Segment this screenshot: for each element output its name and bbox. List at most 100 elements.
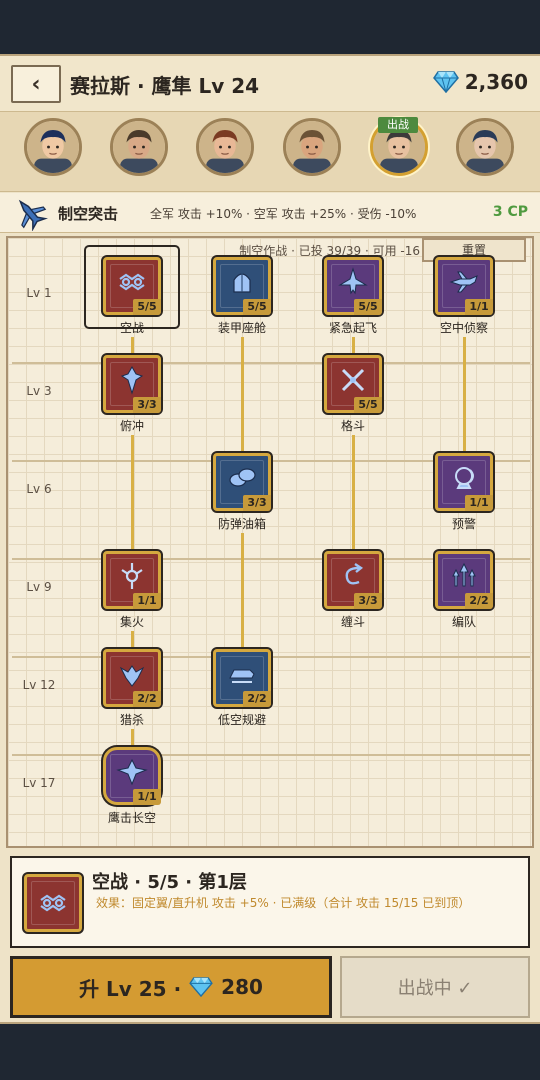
row-divider: [12, 656, 530, 658]
avatar-icon: [459, 121, 511, 173]
skill-node-focus-fire[interactable]: 1/1: [103, 551, 161, 609]
tree-connector: [462, 337, 466, 453]
skill-rank-badge: 1/1: [465, 299, 493, 315]
skill-node-name: 空中侦察: [439, 321, 488, 335]
tree-connector: [240, 533, 244, 649]
tree-connector: [351, 435, 355, 551]
skill-rank-badge: 3/3: [354, 593, 382, 609]
row-divider: [12, 754, 530, 756]
deployed-button[interactable]: 出战中 ✓: [340, 956, 530, 1018]
skill-rank-badge: 5/5: [243, 299, 271, 315]
skill-rank-badge: 3/3: [133, 397, 161, 413]
avatar-icon: [199, 121, 251, 173]
portrait-hero-2[interactable]: [110, 118, 168, 176]
skill-rank-badge: 1/1: [465, 495, 493, 511]
skill-node-tangle[interactable]: 3/3: [324, 551, 382, 609]
skill-node-hunter[interactable]: 2/2: [103, 649, 161, 707]
avatar-icon: [286, 121, 338, 173]
scramble-icon: [338, 267, 368, 295]
skill-rank-badge: 5/5: [354, 299, 382, 315]
skill-node-name: 缠斗: [340, 615, 365, 629]
skill-node-name: 格斗: [340, 419, 365, 433]
tree-connector: [130, 435, 134, 551]
back-button[interactable]: ‹: [11, 65, 61, 103]
level-label: Lv 17: [22, 776, 56, 790]
skill-node-early-warning[interactable]: 1/1: [435, 453, 493, 511]
gem-balance: 2,360: [432, 70, 528, 94]
skill-rank-badge: 2/2: [133, 691, 161, 707]
tangle-icon: [345, 563, 364, 585]
gem-count: 2,360: [464, 70, 528, 94]
portrait-hero-3[interactable]: [196, 118, 254, 176]
skill-rank-badge: 2/2: [243, 691, 271, 707]
self-sealing-tank-icon: [229, 468, 256, 487]
back-icon: ‹: [31, 71, 41, 97]
skill-node-name: 鹰击长空: [107, 811, 156, 825]
skill-node-dogfight[interactable]: 5/5: [324, 355, 382, 413]
dive-icon: [120, 365, 144, 395]
skill-node-low-altitude-evasion[interactable]: 2/2: [213, 649, 271, 707]
skill-detail-panel: 空战 · 5/5 · 第1层 效果：固定翼/直升机 攻击 +5% · 已满级（合…: [10, 856, 530, 948]
skill-tree: 制空作战 · 已投 39/39 · 可用 -16 重置 Lv 1 Lv 3 Lv 6…: [6, 236, 534, 848]
skill-rank-badge: 1/1: [133, 593, 161, 609]
formation-icon: [452, 562, 476, 587]
skill-rank-badge: 2/2: [465, 593, 493, 609]
low-altitude-evasion-icon: [229, 669, 255, 683]
app-root: ‹ 赛拉斯 · 鹰隼 Lv 24 2,360 出战 制空突击 全军 攻击 +10…: [0, 0, 540, 1080]
deployed-tag: 出战: [378, 117, 418, 133]
skill-name: 制空突击: [58, 205, 119, 223]
focus-fire-icon: [121, 563, 143, 589]
skill-node-name: 防弹油箱: [217, 517, 266, 531]
diamond-icon: [432, 71, 459, 93]
portrait-hero-1[interactable]: [24, 118, 82, 176]
skill-node-dive[interactable]: 3/3: [103, 355, 161, 413]
skill-rank-badge: 3/3: [243, 495, 271, 511]
detail-skill-icon: [24, 874, 82, 932]
upgrade-cost: 280: [221, 975, 263, 999]
skill-rank-badge: 5/5: [354, 397, 382, 413]
hero-skill-panel: ‹ 赛拉斯 · 鹰隼 Lv 24 2,360 出战 制空突击 全军 攻击 +10…: [0, 54, 540, 1024]
skill-node-self-sealing-tank[interactable]: 3/3: [213, 453, 271, 511]
selected-node-frame: [84, 245, 180, 329]
early-warning-icon: [455, 467, 474, 489]
skill-summary-bar: 制空突击 全军 攻击 +10% · 空军 攻击 +25% · 受伤 -10% 3…: [0, 193, 540, 233]
skill-node-name: 装甲座舱: [217, 321, 266, 335]
dogfight-icon: [341, 368, 365, 392]
skill-node-name: 猎杀: [119, 713, 144, 727]
skill-node-air-recon[interactable]: 1/1: [435, 257, 493, 315]
portrait-hero-6[interactable]: [456, 118, 514, 176]
detail-title: 空战 · 5/5 · 第1层: [92, 872, 247, 893]
row-divider: [12, 362, 530, 364]
level-label: Lv 1: [26, 286, 52, 300]
skill-cp: 3 CP: [492, 204, 528, 220]
tree-connector: [240, 337, 244, 453]
avatar-icon: [113, 121, 165, 173]
skill-node-formation[interactable]: 2/2: [435, 551, 493, 609]
skill-effects: 全军 攻击 +10% · 空军 攻击 +25% · 受伤 -10%: [150, 207, 417, 221]
hunter-icon: [119, 665, 145, 687]
diamond-icon: [189, 977, 213, 997]
hero-portrait-row: [0, 112, 540, 192]
skill-node-name: 预警: [451, 517, 476, 531]
header: ‹ 赛拉斯 · 鹰隼 Lv 24 2,360: [0, 56, 540, 112]
skill-node-name: 编队: [451, 615, 476, 629]
skill-node-name: 俯冲: [119, 419, 144, 433]
upgrade-label: 升 Lv 25 ·: [79, 976, 182, 1001]
upgrade-button[interactable]: 升 Lv 25 · 280: [10, 956, 332, 1018]
fighter-plane-icon: [18, 199, 48, 231]
skill-node-armored-cockpit[interactable]: 5/5: [213, 257, 271, 315]
hero-title: 赛拉斯 · 鹰隼 Lv 24: [70, 74, 260, 98]
hawk-strike-icon: [116, 758, 148, 786]
level-label: Lv 3: [26, 384, 52, 398]
avatar-icon: [27, 121, 79, 173]
skill-node-name: 集火: [119, 615, 144, 629]
air-recon-icon: [449, 271, 478, 293]
detail-effect: 效果：固定翼/直升机 攻击 +5% · 已满级（合计 攻击 15/15 已到顶）: [96, 896, 471, 910]
skill-node-hawk-strike[interactable]: 1/1: [103, 747, 161, 805]
skill-node-name: 低空规避: [217, 713, 266, 727]
armored-cockpit-icon: [233, 272, 251, 293]
skill-rank-badge: 1/1: [133, 789, 161, 805]
portrait-hero-4[interactable]: [283, 118, 341, 176]
level-label: Lv 6: [26, 482, 52, 496]
skill-node-scramble[interactable]: 5/5: [324, 257, 382, 315]
